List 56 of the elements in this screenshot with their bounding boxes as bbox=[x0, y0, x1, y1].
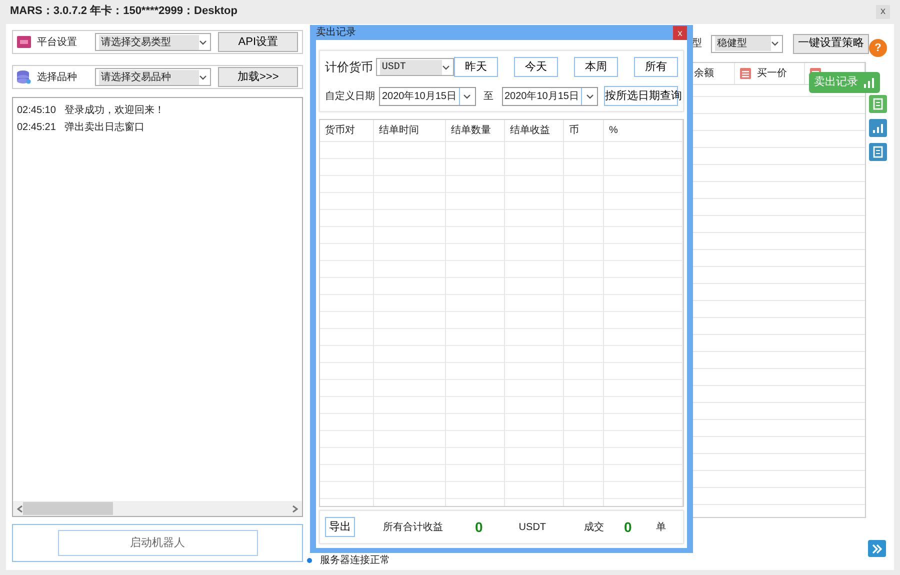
total-value: 0 bbox=[475, 518, 483, 536]
range-button[interactable]: 昨天 bbox=[454, 57, 498, 77]
dropdown[interactable]: 请选择交易类型 bbox=[95, 33, 211, 51]
status-text: 服务器连接正常 bbox=[320, 554, 390, 568]
currency-dropdown[interactable]: USDT bbox=[376, 58, 454, 76]
column-header: 余额 bbox=[694, 66, 714, 81]
status-dot-icon bbox=[307, 558, 312, 563]
caret-icon bbox=[586, 92, 594, 100]
chart-icon bbox=[863, 76, 875, 88]
currency-unit: USDT bbox=[518, 520, 546, 534]
close-button[interactable]: x bbox=[673, 26, 687, 40]
strategy-dropdown[interactable]: 稳健型 bbox=[711, 34, 783, 52]
field-label: 自定义日期 bbox=[325, 90, 375, 104]
dropdown[interactable]: 请选择交易品种 bbox=[95, 68, 211, 86]
expand-button[interactable] bbox=[868, 540, 886, 557]
export-button[interactable]: 导出 bbox=[325, 516, 355, 538]
caret-icon bbox=[199, 74, 207, 80]
caret-icon bbox=[442, 64, 450, 70]
settings-button[interactable]: API设置 bbox=[218, 32, 298, 52]
log-line: 02:45:10 登录成功，欢迎回来！ bbox=[16, 104, 166, 118]
field-label: 选择品种 bbox=[37, 70, 78, 84]
log-line: 02:45:21 弹出卖出日志窗口 bbox=[16, 120, 146, 135]
scroll-left-icon[interactable] bbox=[17, 504, 23, 512]
field-label: 平台设置 bbox=[37, 36, 78, 50]
database-icon bbox=[17, 70, 31, 84]
caret-icon bbox=[463, 92, 471, 100]
deals-unit: 单 bbox=[656, 520, 666, 534]
scroll-right-icon[interactable] bbox=[292, 504, 298, 512]
settings-button[interactable]: 加载>>> bbox=[218, 67, 298, 87]
field-label: 至 bbox=[484, 90, 494, 104]
field-label: 型 bbox=[692, 36, 702, 51]
window-title: MARS：3.0.7.2 年卡：150****2999：Desktop bbox=[10, 4, 238, 20]
deals-label: 成交 bbox=[584, 520, 604, 534]
close-button[interactable]: x bbox=[876, 4, 890, 18]
field-label: 计价货币 bbox=[325, 59, 374, 76]
strategy-button[interactable]: 一键设置策略 bbox=[793, 34, 869, 54]
range-button[interactable]: 本周 bbox=[574, 57, 618, 77]
chart-icon[interactable] bbox=[869, 119, 887, 137]
document-icon[interactable] bbox=[869, 143, 887, 161]
double-chevron-icon bbox=[871, 544, 883, 554]
list-icon bbox=[740, 68, 751, 79]
dialog-title: 卖出记录 bbox=[316, 26, 356, 40]
date-picker[interactable]: 2020年10月15日 bbox=[502, 86, 598, 106]
column-header: 买一价 bbox=[757, 67, 787, 81]
range-button[interactable]: 今天 bbox=[514, 57, 558, 77]
total-label: 所有合计收益 bbox=[383, 520, 443, 534]
date-picker[interactable]: 2020年10月15日 bbox=[379, 86, 476, 106]
horizontal-scrollbar[interactable] bbox=[13, 501, 302, 516]
caret-icon bbox=[771, 40, 779, 47]
deals-value: 0 bbox=[624, 518, 632, 536]
scrollbar-thumb[interactable] bbox=[23, 502, 113, 515]
caret-icon bbox=[199, 38, 207, 46]
document-icon[interactable] bbox=[869, 95, 887, 113]
app-icon bbox=[17, 36, 31, 48]
start-robot-button[interactable]: 启动机器人 bbox=[58, 530, 258, 556]
range-button[interactable]: 所有 bbox=[634, 57, 678, 77]
